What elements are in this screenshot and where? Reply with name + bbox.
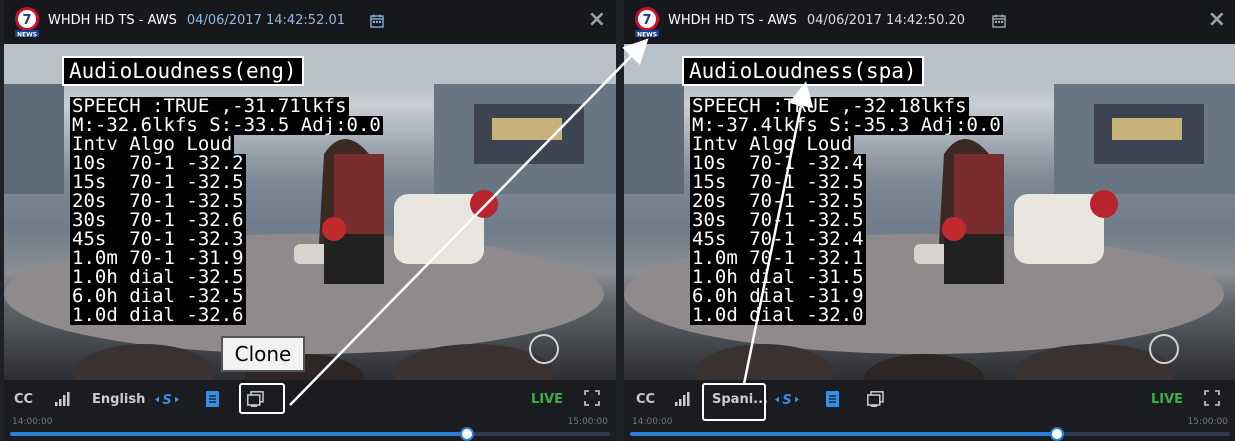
panel-titlebar: 7 NEWS WHDH HD TS - AWS 04/06/2017 14:42:…	[624, 0, 1235, 44]
video-panel-right: 7 NEWS WHDH HD TS - AWS 04/06/2017 14:42:…	[624, 0, 1235, 441]
panel-titlebar: 7 NEWS WHDH HD TS - AWS 04/06/2017 14:42:…	[4, 0, 616, 44]
timestamp: 04/06/2017 14:42:50.20	[806, 13, 966, 28]
highlight-clone-button	[239, 383, 285, 414]
audio-track-icon[interactable]: S	[154, 392, 180, 407]
fullscreen-icon[interactable]	[584, 390, 600, 406]
svg-text:S: S	[782, 393, 791, 407]
live-indicator[interactable]: LIVE	[531, 392, 563, 407]
timeline-progress	[630, 432, 1056, 436]
panel-title: WHDH HD TS - AWS 04/06/2017 14:42:50.20	[668, 13, 965, 28]
osd-title: AudioLoudness(spa)	[682, 56, 924, 86]
player-controls: CC English S LIVE 14:00:00 15:00:00	[4, 380, 616, 441]
timeline-knob[interactable]	[1050, 427, 1064, 441]
timeline-track[interactable]	[10, 427, 610, 441]
timeline-progress	[10, 432, 466, 436]
station-name: WHDH HD TS - AWS	[48, 13, 177, 28]
language-selector[interactable]: English	[92, 392, 145, 407]
close-icon[interactable]: ×	[588, 8, 606, 32]
osd-line: 1.0d dial -32.0	[690, 304, 866, 326]
video-frame[interactable]: AudioLoudness(spa) SPEECH :TRUE ,-32.18l…	[624, 44, 1235, 380]
video-frame[interactable]: AudioLoudness(eng) SPEECH :TRUE ,-31.71l…	[4, 44, 616, 380]
signal-bars-icon[interactable]	[674, 392, 690, 406]
osd-line: 1.0d dial -32.6	[70, 304, 246, 326]
signal-bars-icon[interactable]	[54, 392, 70, 406]
timeline-knob[interactable]	[460, 427, 474, 441]
clone-tooltip: Clone	[221, 336, 305, 372]
fullscreen-icon[interactable]	[1204, 390, 1220, 406]
highlight-language-selector	[702, 383, 766, 421]
station-name: WHDH HD TS - AWS	[668, 13, 797, 28]
svg-text:7: 7	[22, 13, 31, 28]
timeline-track[interactable]	[630, 427, 1230, 441]
calendar-icon[interactable]	[370, 14, 384, 28]
news-logo-icon: 7 NEWS	[635, 7, 659, 39]
timeline-end: 15:00:00	[1187, 417, 1228, 427]
panel-title: WHDH HD TS - AWS 04/06/2017 14:42:52.01	[48, 13, 345, 28]
note-icon[interactable]	[826, 391, 839, 407]
news-logo-icon: 7 NEWS	[15, 7, 39, 39]
loudness-readout: SPEECH :TRUE ,-31.71lkfs M:-32.6lkfs S:-…	[70, 97, 383, 325]
live-indicator[interactable]: LIVE	[1151, 392, 1183, 407]
svg-text:NEWS: NEWS	[637, 32, 657, 39]
player-controls: CC Spani... S LIVE 14:00:00 15:00:00	[624, 380, 1235, 441]
calendar-icon[interactable]	[992, 14, 1006, 28]
cc-button[interactable]: CC	[636, 392, 655, 407]
timeline-start: 14:00:00	[632, 417, 673, 427]
svg-text:S: S	[162, 393, 171, 407]
osd-title: AudioLoudness(eng)	[62, 56, 304, 86]
timeline-end: 15:00:00	[567, 417, 608, 427]
timeline-start: 14:00:00	[12, 417, 53, 427]
close-icon[interactable]: ×	[1208, 8, 1226, 32]
svg-text:NEWS: NEWS	[17, 32, 37, 39]
audio-track-icon[interactable]: S	[774, 392, 800, 407]
cc-button[interactable]: CC	[14, 392, 33, 407]
timestamp: 04/06/2017 14:42:52.01	[186, 13, 346, 28]
loudness-readout: SPEECH :TRUE ,-32.18lkfs M:-37.4lkfs S:-…	[690, 97, 1003, 325]
video-panel-left: 7 NEWS WHDH HD TS - AWS 04/06/2017 14:42:…	[4, 0, 616, 441]
clone-icon[interactable]	[867, 391, 884, 407]
note-icon[interactable]	[206, 391, 219, 407]
svg-text:7: 7	[642, 13, 651, 28]
